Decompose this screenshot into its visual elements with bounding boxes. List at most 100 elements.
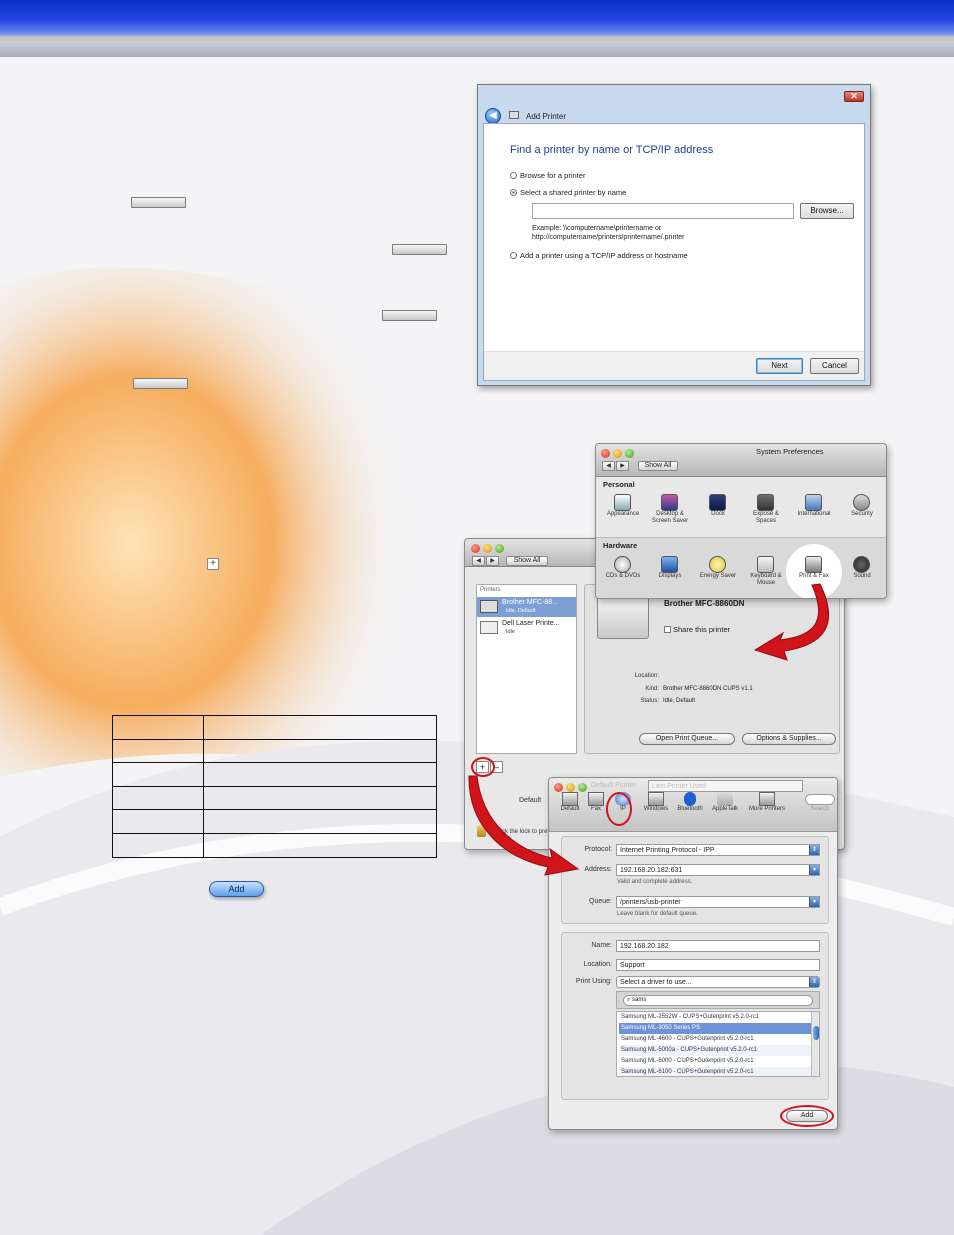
dialog-footer: Next Cancel	[484, 351, 864, 380]
default-printer-label: Default Printer:	[591, 782, 638, 789]
name-input[interactable]: 192.168.20.182	[616, 940, 820, 952]
driver-item[interactable]: Samsung ML-6100 - CUPS+Gutenprint v5.2.0…	[619, 1067, 812, 1076]
driver-item[interactable]: Samsung ML-6000 - CUPS+Gutenprint v5.2.0…	[619, 1056, 812, 1067]
show-all-button[interactable]: Show All	[506, 556, 548, 566]
printer-row-selected[interactable]: Brother MFC-88... Idle, Default	[477, 597, 576, 617]
zoom-icon[interactable]	[495, 544, 504, 553]
printer-icon	[509, 111, 519, 119]
toolbar-bluetooth[interactable]: Bluetooth	[673, 792, 707, 813]
printer-row[interactable]: Dell Laser Printe... Idle	[477, 618, 576, 638]
system-preferences-window: System Preferences ◀ ▶ Show All Personal…	[595, 443, 887, 599]
pref-energy-saver[interactable]: Energy Saver	[695, 556, 741, 580]
expose-icon	[757, 494, 774, 511]
driver-search-input[interactable]: ⌕ sams	[623, 995, 813, 1006]
pref-sound[interactable]: Sound	[839, 556, 885, 580]
pref-label: Print & Fax	[799, 573, 829, 579]
close-icon[interactable]	[471, 544, 480, 553]
selected-printer-name: Brother MFC-8860DN	[664, 599, 745, 608]
browse-button[interactable]: Browse...	[800, 203, 854, 219]
minimize-icon[interactable]	[566, 783, 575, 792]
close-icon[interactable]	[554, 783, 563, 792]
location-label: Location:	[583, 961, 612, 968]
driver-item-selected[interactable]: Samsung ML-3050 Series PS	[619, 1023, 812, 1034]
driver-item[interactable]: Samsung ML-2552W - CUPS+Gutenprint v5.2.…	[619, 1012, 812, 1023]
queue-value: /printers/usb-printer	[620, 899, 681, 906]
back-icon[interactable]: ◀	[602, 461, 615, 471]
pref-desktop[interactable]: Desktop & Screen Saver	[647, 494, 693, 525]
address-input[interactable]: 192.168.20.182:631 ▾	[616, 864, 820, 876]
driver-search-bar: ⌕ sams	[616, 991, 820, 1009]
pref-expose[interactable]: Exposé & Spaces	[743, 494, 789, 525]
pref-international[interactable]: International	[791, 494, 837, 518]
address-value: 192.168.20.182:631	[620, 867, 683, 874]
pref-label: Sound	[853, 573, 871, 579]
next-button[interactable]: Next	[756, 358, 803, 374]
lock-icon[interactable]	[477, 825, 486, 837]
driver-list: Samsung ML-2552W - CUPS+Gutenprint v5.2.…	[616, 1011, 820, 1077]
print-using-select[interactable]: Select a driver to use... ⇕	[616, 976, 820, 988]
show-all-button[interactable]: Show All	[638, 461, 678, 471]
personal-row: Appearance Desktop & Screen Saver Dock E…	[596, 494, 886, 536]
pref-print-fax[interactable]: Print & Fax	[791, 556, 837, 580]
pref-label: Energy Saver	[699, 573, 737, 579]
toolbar-items: Default Fax IP Windows Bluetooth AppleTa…	[553, 792, 837, 830]
bluetooth-icon	[684, 792, 696, 806]
close-icon[interactable]	[601, 449, 610, 458]
toolbar-more-printers[interactable]: More Printers	[745, 792, 789, 813]
back-arrow-icon[interactable]: ◀	[485, 108, 501, 124]
close-icon[interactable]: ✕	[844, 91, 864, 102]
pref-label: Dock	[711, 511, 725, 517]
pref-label: Desktop & Screen Saver	[651, 511, 689, 524]
zoom-icon[interactable]	[578, 783, 587, 792]
pref-cds-dvds[interactable]: CDs & DVDs	[600, 556, 646, 580]
minimize-icon[interactable]	[613, 449, 622, 458]
add-plus-icon: +	[207, 558, 219, 570]
toolbar-windows[interactable]: Windows	[639, 792, 673, 813]
options-supplies-button[interactable]: Options & Supplies...	[742, 733, 836, 745]
open-print-queue-button[interactable]: Open Print Queue...	[639, 733, 735, 745]
pref-dock[interactable]: Dock	[695, 494, 741, 518]
pref-appearance[interactable]: Appearance	[600, 494, 646, 518]
fax-icon	[588, 792, 604, 806]
dropdown-arrow-icon: ▾	[809, 897, 819, 907]
driver-item[interactable]: Samsung ML-4600 - CUPS+Gutenprint v5.2.0…	[619, 1034, 812, 1045]
popup-arrow-icon: ⇕	[809, 845, 819, 855]
printer-name-input[interactable]	[532, 203, 794, 219]
forward-icon[interactable]: ▶	[486, 556, 499, 566]
radio-shared[interactable]: Select a shared printer by name	[510, 188, 626, 197]
pref-security[interactable]: Security	[839, 494, 885, 518]
queue-label: Queue:	[589, 898, 612, 905]
default-printer-select[interactable]: Last Printer Used	[648, 780, 803, 792]
radio-tcpip[interactable]: Add a printer using a TCP/IP address or …	[510, 251, 688, 260]
toolbar-label: AppleTalk	[711, 806, 738, 812]
share-checkbox[interactable]: Share this printer	[664, 625, 730, 634]
driver-list-scrollbar[interactable]	[811, 1012, 819, 1076]
printer-status: Idle, Default	[506, 608, 536, 614]
zoom-icon[interactable]	[625, 449, 634, 458]
highlight-ring	[780, 1105, 834, 1127]
print-using-value: Select a driver to use...	[620, 979, 692, 986]
pref-displays[interactable]: Displays	[647, 556, 693, 580]
minimize-icon[interactable]	[483, 544, 492, 553]
toolbar-appletalk[interactable]: AppleTalk	[707, 792, 743, 813]
queue-input[interactable]: /printers/usb-printer ▾	[616, 896, 820, 908]
search-input[interactable]	[805, 794, 835, 805]
checkbox-icon	[664, 626, 671, 633]
radio-browse[interactable]: Browse for a printer	[510, 171, 585, 180]
pref-label: Appearance	[606, 511, 640, 517]
toolbar-label: Search	[810, 806, 830, 812]
pref-keyboard-mouse[interactable]: Keyboard & Mouse	[743, 556, 789, 587]
forward-icon[interactable]: ▶	[616, 461, 629, 471]
protocol-label: Protocol:	[584, 846, 612, 853]
protocol-select[interactable]: Internet Printing Protocol - IPP ⇕	[616, 844, 820, 856]
toolbar-default[interactable]: Default	[555, 792, 585, 813]
toolbar-search[interactable]: Search	[803, 792, 837, 813]
address-label: Address:	[584, 866, 612, 873]
back-icon[interactable]: ◀	[472, 556, 485, 566]
driver-item[interactable]: Samsung ML-5000a - CUPS+Gutenprint v5.2.…	[619, 1045, 812, 1056]
pref-label: Exposé & Spaces	[753, 511, 779, 524]
name-label: Name:	[591, 942, 612, 949]
cancel-button[interactable]: Cancel	[810, 358, 859, 374]
scrollbar-thumb[interactable]	[812, 1026, 819, 1040]
location-input[interactable]: Support	[616, 959, 820, 971]
